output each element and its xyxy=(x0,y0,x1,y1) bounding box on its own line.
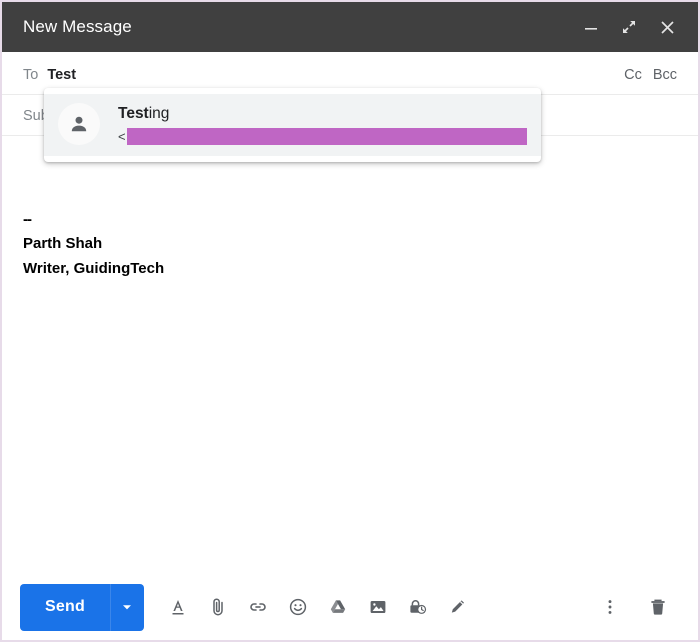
contact-avatar xyxy=(58,103,100,145)
contact-name-rest: ing xyxy=(149,105,170,122)
recipient-autocomplete-panel: Testing < xyxy=(44,88,541,162)
cc-button[interactable]: Cc xyxy=(624,67,642,83)
trash-icon[interactable] xyxy=(638,587,678,627)
cc-bcc-group: Cc Bcc xyxy=(624,67,677,83)
insert-signature-icon[interactable] xyxy=(438,587,478,627)
contact-name-matched: Test xyxy=(118,105,149,122)
send-button-group[interactable]: Send xyxy=(20,584,144,631)
message-body[interactable]: -- Parth Shah Writer, GuidingTech xyxy=(2,137,698,574)
expand-button[interactable] xyxy=(618,16,640,38)
confidential-mode-icon[interactable] xyxy=(398,587,438,627)
insert-link-icon[interactable] xyxy=(238,587,278,627)
compose-titlebar: New Message xyxy=(2,2,698,52)
insert-drive-icon[interactable] xyxy=(318,587,358,627)
to-label: To xyxy=(23,67,38,83)
insert-photo-icon[interactable] xyxy=(358,587,398,627)
autocomplete-suggestion-item[interactable]: Testing < xyxy=(44,94,541,156)
contact-name: Testing xyxy=(118,103,527,124)
close-button[interactable] xyxy=(656,16,678,38)
window-controls xyxy=(580,16,684,38)
signature-name: Parth Shah xyxy=(23,231,677,256)
compose-window: New Message To Test C xyxy=(0,0,700,642)
signature-role: Writer, GuidingTech xyxy=(23,256,677,281)
minimize-button[interactable] xyxy=(580,16,602,38)
contact-details: Testing < xyxy=(118,103,527,145)
formatting-options-icon[interactable] xyxy=(158,587,198,627)
to-input[interactable]: Test xyxy=(47,67,624,83)
bcc-button[interactable]: Bcc xyxy=(653,67,677,83)
contact-email-line: < xyxy=(118,128,527,145)
window-title: New Message xyxy=(23,17,580,37)
signature-separator: -- xyxy=(23,209,677,231)
email-open-bracket: < xyxy=(118,129,126,144)
redacted-email-bar xyxy=(127,128,527,145)
toolbar-right-group xyxy=(590,587,678,627)
send-button[interactable]: Send xyxy=(20,584,110,631)
compose-toolbar: Send xyxy=(2,574,698,640)
attach-file-icon[interactable] xyxy=(198,587,238,627)
send-options-button[interactable] xyxy=(110,584,144,631)
insert-emoji-icon[interactable] xyxy=(278,587,318,627)
more-options-icon[interactable] xyxy=(590,587,630,627)
toolbar-icon-group xyxy=(158,587,590,627)
